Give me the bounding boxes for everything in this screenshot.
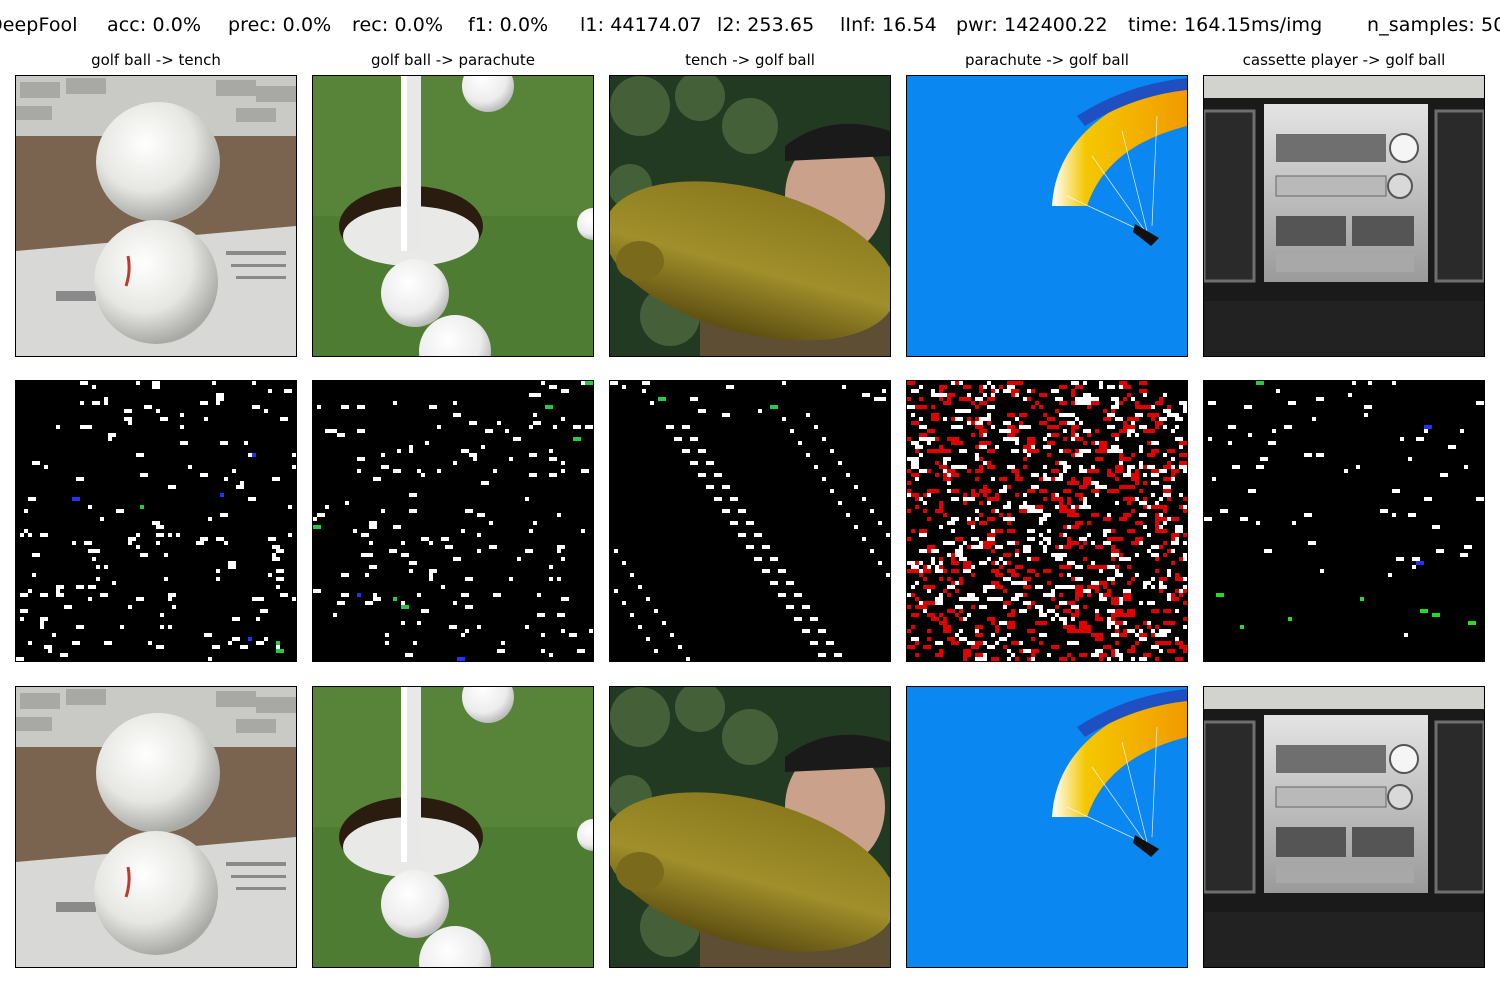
column-title: golf ball -> parachute — [371, 51, 535, 69]
column-title: parachute -> golf ball — [965, 51, 1129, 69]
perturbation-map-tench — [609, 380, 891, 662]
adversarial-image-tench — [609, 686, 891, 968]
metric-f1: f1: 0.0% — [468, 14, 549, 36]
tench-picture — [610, 76, 890, 356]
perturbation-noise — [1204, 381, 1484, 637]
adversarial-image-golf-balls — [15, 686, 297, 968]
perturbation-noise — [610, 381, 890, 661]
golf-balls-picture — [16, 76, 296, 356]
golf-balls-adversarial-picture — [16, 687, 296, 967]
method-label: DeepFool — [0, 14, 78, 36]
metric-rec: rec: 0.0% — [352, 14, 444, 36]
perturbation-map-paraglider — [906, 380, 1188, 662]
adversarial-image-golf-hole — [312, 686, 594, 968]
column-title: tench -> golf ball — [685, 51, 815, 69]
boombox-adversarial-picture — [1204, 687, 1484, 967]
perturbation-map-golf-balls — [15, 380, 297, 662]
golf-hole-adversarial-picture — [313, 687, 593, 967]
boombox-picture — [1204, 76, 1484, 356]
perturbation-noise — [313, 381, 593, 661]
metric-l2: l2: 253.65 — [717, 14, 815, 36]
metric-pwr: pwr: 142400.22 — [956, 14, 1108, 36]
original-image-golf-balls — [15, 75, 297, 357]
paraglider-picture — [907, 76, 1187, 356]
original-image-boombox — [1203, 75, 1485, 357]
metric-linf: lInf: 16.54 — [840, 14, 937, 36]
perturbation-noise — [16, 381, 296, 661]
paraglider-adversarial-picture — [907, 687, 1187, 967]
perturbation-map-boombox — [1203, 380, 1485, 662]
column-title: cassette player -> golf ball — [1242, 51, 1446, 69]
adversarial-image-boombox — [1203, 686, 1485, 968]
column-title: golf ball -> tench — [91, 51, 221, 69]
adversarial-image-paraglider — [906, 686, 1188, 968]
original-image-golf-hole — [312, 75, 594, 357]
metric-prec: prec: 0.0% — [228, 14, 332, 36]
metric-time: time: 164.15ms/img — [1128, 14, 1323, 36]
metric-l1: l1: 44174.07 — [580, 14, 702, 36]
metric-n-samples: n_samples: 50 — [1367, 14, 1500, 36]
perturbation-noise — [907, 381, 1187, 661]
original-image-paraglider — [906, 75, 1188, 357]
perturbation-map-golf-hole — [312, 380, 594, 662]
golf-hole-picture — [313, 76, 593, 356]
tench-adversarial-picture — [610, 687, 890, 967]
original-image-tench — [609, 75, 891, 357]
metric-acc: acc: 0.0% — [107, 14, 202, 36]
